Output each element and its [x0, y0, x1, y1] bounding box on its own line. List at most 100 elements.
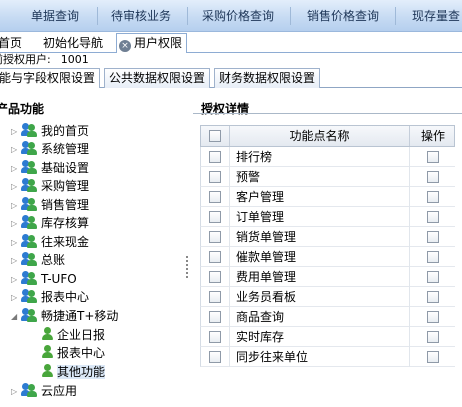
tree-node-home[interactable]: ▷ 我的首页	[11, 122, 89, 140]
user-group-icon	[21, 289, 39, 303]
operation-checkbox[interactable]	[427, 231, 439, 243]
nav-pending-review[interactable]: 待审核业务	[111, 0, 171, 32]
function-name-cell: 预警	[229, 167, 410, 187]
row-select-checkbox[interactable]	[209, 291, 221, 303]
tab-function-field-permissions[interactable]: 功能与字段权限设置	[0, 68, 101, 89]
tree-node-label: 其他功能	[57, 365, 106, 379]
table-row[interactable]: 客户管理	[200, 187, 455, 207]
user-group-icon	[21, 215, 39, 229]
operation-checkbox[interactable]	[427, 351, 439, 363]
operation-checkbox[interactable]	[427, 331, 439, 343]
panel-title: 产品功能	[0, 102, 45, 116]
user-group-icon	[21, 160, 39, 174]
close-tab-icon[interactable]: ×	[119, 40, 131, 52]
nav-stock-query[interactable]: 现存量查	[412, 0, 460, 32]
tree-node-ledger[interactable]: ▷ 总账	[11, 251, 65, 269]
operation-checkbox[interactable]	[427, 251, 439, 263]
tree-node-sales[interactable]: ▷ 销售管理	[11, 196, 89, 214]
row-select-checkbox[interactable]	[209, 351, 221, 363]
nav-divider	[290, 7, 291, 25]
row-select-checkbox[interactable]	[209, 311, 221, 323]
title-divider	[193, 113, 462, 114]
authorized-user-label: 前授权用户:	[0, 53, 51, 66]
permission-grid: 功能点名称 操作 排行榜 预警 客户管理 订单管理 销货单管理 催款单管理 费用…	[200, 125, 455, 367]
row-select-checkbox[interactable]	[209, 331, 221, 343]
table-row[interactable]: 实时库存	[200, 327, 455, 347]
nav-purchase-price-query[interactable]: 采购价格查询	[202, 0, 274, 32]
tab-finance-data-permissions[interactable]: 财务数据权限设置	[214, 68, 321, 88]
table-row[interactable]: 排行榜	[200, 147, 455, 167]
tree-node-cloud-apps[interactable]: ▷ 云应用	[11, 382, 77, 400]
row-select-checkbox[interactable]	[209, 191, 221, 203]
tree-node-label: 往来现金	[41, 235, 90, 249]
nav-sales-price-query[interactable]: 销售价格查询	[307, 0, 379, 32]
panel-splitter-handle[interactable]	[186, 256, 189, 278]
expand-arrow-icon[interactable]: ▷	[11, 123, 21, 141]
expand-arrow-icon[interactable]: ▷	[11, 197, 21, 215]
tree-node-mobile[interactable]: ◢ 畅捷通T+移动	[11, 307, 118, 325]
expand-arrow-icon[interactable]: ▷	[11, 289, 21, 307]
operation-checkbox[interactable]	[427, 271, 439, 283]
tree-node-label: 销售管理	[41, 198, 90, 212]
row-select-checkbox[interactable]	[209, 211, 221, 223]
operation-checkbox[interactable]	[427, 191, 439, 203]
tree-node-label: 报表中心	[57, 346, 106, 360]
nav-document-query[interactable]: 单据查询	[31, 0, 79, 32]
authorized-user-line: 前授权用户: 1001	[0, 53, 89, 67]
tree-node-t-ufo[interactable]: ▷ T-UFO	[11, 270, 77, 288]
select-all-checkbox[interactable]	[209, 130, 221, 142]
tree-node-inventory[interactable]: ▷ 库存核算	[11, 214, 89, 232]
tree-leaf-daily-report[interactable]: 企业日报	[41, 326, 105, 344]
collapse-arrow-icon[interactable]: ◢	[11, 308, 21, 326]
operation-checkbox[interactable]	[427, 171, 439, 183]
expand-arrow-icon[interactable]: ▷	[11, 160, 21, 178]
tab-user-permissions[interactable]: × 用户权限	[116, 33, 188, 53]
column-header-operation[interactable]: 操作	[411, 126, 455, 146]
tree-node-report-center[interactable]: ▷ 报表中心	[11, 288, 89, 306]
expand-arrow-icon[interactable]: ▷	[11, 178, 21, 196]
tree-node-basic-settings[interactable]: ▷ 基础设置	[11, 159, 89, 177]
row-select-checkbox[interactable]	[209, 271, 221, 283]
operation-checkbox[interactable]	[427, 151, 439, 163]
table-row[interactable]: 费用单管理	[200, 267, 455, 287]
operation-checkbox[interactable]	[427, 311, 439, 323]
expand-arrow-icon[interactable]: ▷	[11, 252, 21, 270]
tree-leaf-report-center[interactable]: 报表中心	[41, 344, 105, 362]
user-icon	[41, 345, 55, 359]
expand-arrow-icon[interactable]: ▷	[11, 234, 21, 252]
expand-arrow-icon[interactable]: ▷	[11, 383, 21, 401]
table-row[interactable]: 催款单管理	[200, 247, 455, 267]
row-select-checkbox[interactable]	[209, 151, 221, 163]
table-row[interactable]: 订单管理	[200, 207, 455, 227]
expand-arrow-icon[interactable]: ▷	[11, 271, 21, 289]
tree-node-label: 基础设置	[41, 161, 90, 175]
operation-checkbox[interactable]	[427, 291, 439, 303]
grid-header: 功能点名称 操作	[200, 125, 455, 147]
row-select-checkbox[interactable]	[209, 251, 221, 263]
tree-leaf-other-functions[interactable]: 其他功能	[41, 363, 106, 381]
nav-divider	[395, 7, 396, 25]
column-header-function-name[interactable]: 功能点名称	[229, 126, 410, 146]
tab-home[interactable]: 首页	[0, 34, 22, 53]
table-row[interactable]: 商品查询	[200, 307, 455, 327]
table-row[interactable]: 销货单管理	[200, 227, 455, 247]
tree-node-cash[interactable]: ▷ 往来现金	[11, 233, 89, 251]
table-row[interactable]: 业务员看板	[200, 287, 455, 307]
table-row[interactable]: 同步往来单位	[200, 347, 455, 367]
user-group-icon	[21, 197, 39, 211]
nav-divider	[97, 7, 98, 25]
row-select-checkbox[interactable]	[209, 171, 221, 183]
tab-init-guide[interactable]: 初始化导航	[43, 34, 103, 53]
row-select-checkbox[interactable]	[209, 231, 221, 243]
table-row[interactable]: 预警	[200, 167, 455, 187]
tree-node-purchase[interactable]: ▷ 采购管理	[11, 177, 89, 195]
tree-node-system[interactable]: ▷ 系统管理	[11, 140, 89, 158]
user-icon	[41, 364, 55, 378]
expand-arrow-icon[interactable]: ▷	[11, 141, 21, 159]
product-function-panel: 产品功能 ▷ 我的首页 ▷ 系统管理 ▷ 基础设置 ▷ 采购管理 ▷ 销售管理 ▷ 库存核算…	[0, 88, 184, 407]
user-group-icon	[21, 308, 39, 322]
expand-arrow-icon[interactable]: ▷	[11, 215, 21, 233]
function-name-cell: 销货单管理	[229, 227, 410, 247]
operation-checkbox[interactable]	[427, 211, 439, 223]
tab-public-data-permissions[interactable]: 公共数据权限设置	[104, 68, 211, 88]
